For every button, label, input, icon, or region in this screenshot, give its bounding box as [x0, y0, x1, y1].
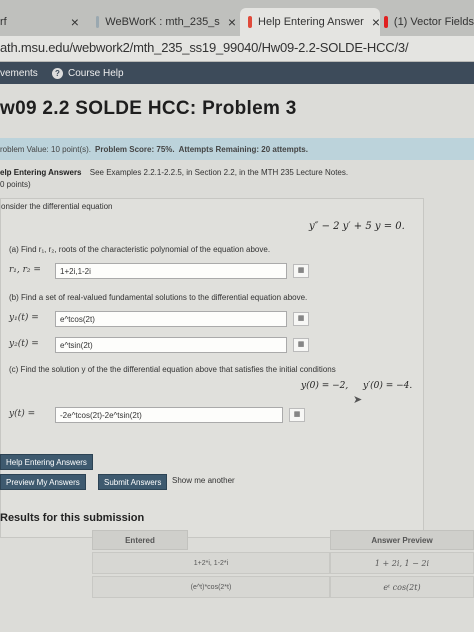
y2-label: y₂(t) =	[9, 339, 39, 349]
help-favicon-icon	[248, 16, 253, 28]
table-row-preview: 1 + 2i, 1 − 2i	[330, 552, 474, 574]
problem-intro: onsider the differential equation	[1, 202, 113, 211]
help-entering-answers-button[interactable]: Help Entering Answers	[0, 454, 93, 470]
attempts-remaining: Attempts Remaining: 20 attempts.	[178, 144, 308, 154]
equation-editor-icon[interactable]: ▦	[289, 408, 305, 422]
problem-score: Problem Score: 75%.	[95, 144, 175, 154]
nav-item-course-help[interactable]: ? Course Help	[52, 68, 124, 79]
show-me-another-button[interactable]: Show me another	[172, 476, 235, 485]
address-bar[interactable]: ath.msu.edu/webwork2/mth_235_ss19_99040/…	[0, 36, 474, 62]
site-nav: vements ? Course Help	[0, 62, 474, 84]
close-icon[interactable]: ×	[372, 14, 380, 30]
nav-item-achievements[interactable]: vements	[0, 68, 38, 79]
differential-equation: y″ − 2 y′ + 5 y = 0.	[309, 221, 405, 232]
results-title: Results for this submission	[0, 512, 145, 524]
part-c-prompt: (c) Find the solution y of the the diffe…	[9, 365, 336, 374]
solution-input[interactable]: -2e^tcos(2t)-2e^tsin(2t)	[55, 407, 283, 423]
yt-label: y(t) =	[9, 409, 36, 419]
tab-label: rf	[0, 16, 7, 28]
results-table: Entered Answer Preview 1+2*i, 1-2*i 1 + …	[0, 530, 474, 632]
y2-input[interactable]: e^tsin(2t)	[55, 337, 287, 353]
part-a-prompt: (a) Find r₁, r₂, roots of the characteri…	[9, 245, 271, 254]
table-row-preview: eᵗ cos(2t)	[330, 576, 474, 598]
tab-label: WeBWorK : mth_235_s	[105, 16, 220, 28]
page-title: w09 2.2 SOLDE HCC: Problem 3	[0, 98, 297, 119]
help-text: See Examples 2.2.1-2.2.5, in Section 2.2…	[89, 168, 349, 177]
y1-input[interactable]: e^tcos(2t)	[55, 311, 287, 327]
table-row-entered: 1+2*i, 1-2*i	[92, 552, 330, 574]
table-row-entered: (e^t)*cos(2*t)	[92, 576, 330, 598]
preview-answers-button[interactable]: Preview My Answers	[0, 474, 86, 490]
problem-info-bar: roblem Value: 10 point(s). Problem Score…	[0, 138, 474, 160]
tab-label: Help Entering Answer	[258, 16, 364, 28]
results-header-entered: Entered	[92, 530, 188, 550]
browser-tab-bar: rf × WeBWorK : mth_235_s × Help Entering…	[0, 0, 474, 36]
tab-webwork[interactable]: WeBWorK : mth_235_s ×	[96, 8, 236, 36]
tab-help-entering[interactable]: Help Entering Answer ×	[240, 8, 380, 36]
nav-item-label: Course Help	[68, 68, 124, 79]
page-content: w09 2.2 SOLDE HCC: Problem 3 roblem Valu…	[0, 84, 474, 632]
results-header-preview: Answer Preview	[330, 530, 474, 550]
close-icon[interactable]: ×	[71, 14, 79, 30]
close-icon[interactable]: ×	[228, 14, 236, 30]
help-heading: elp Entering Answers	[0, 168, 82, 177]
equation-editor-icon[interactable]: ▦	[293, 264, 309, 278]
points-text: 0 points)	[0, 180, 31, 189]
mouse-cursor-icon: ➤	[353, 394, 363, 406]
initial-condition-2: y′(0) = −4.	[363, 381, 413, 391]
url-text: ath.msu.edu/webwork2/mth_235_ss19_99040/…	[0, 40, 409, 55]
tab-label: (1) Vector Fields	[393, 16, 474, 28]
submit-answers-button[interactable]: Submit Answers	[98, 474, 168, 490]
equation-editor-icon[interactable]: ▦	[293, 338, 309, 352]
youtube-favicon-icon	[384, 16, 388, 28]
part-b-prompt: (b) Find a set of real-valued fundamenta…	[9, 293, 308, 302]
part-a-label: r₁, r₂ =	[9, 265, 41, 275]
initial-condition-1: y(0) = −2,	[301, 381, 349, 391]
help-line: elp Entering Answers See Examples 2.2.1-…	[0, 168, 348, 177]
y1-label: y₁(t) =	[9, 313, 39, 323]
tab-rf[interactable]: rf ×	[0, 8, 92, 36]
tab-vector-fields[interactable]: (1) Vector Fields	[384, 8, 474, 36]
webwork-favicon-icon	[96, 16, 100, 28]
roots-input[interactable]: 1+2i,1-2i	[55, 263, 287, 279]
problem-value: roblem Value: 10 point(s).	[0, 144, 92, 154]
help-question-icon: ?	[52, 68, 63, 79]
equation-editor-icon[interactable]: ▦	[293, 312, 309, 326]
